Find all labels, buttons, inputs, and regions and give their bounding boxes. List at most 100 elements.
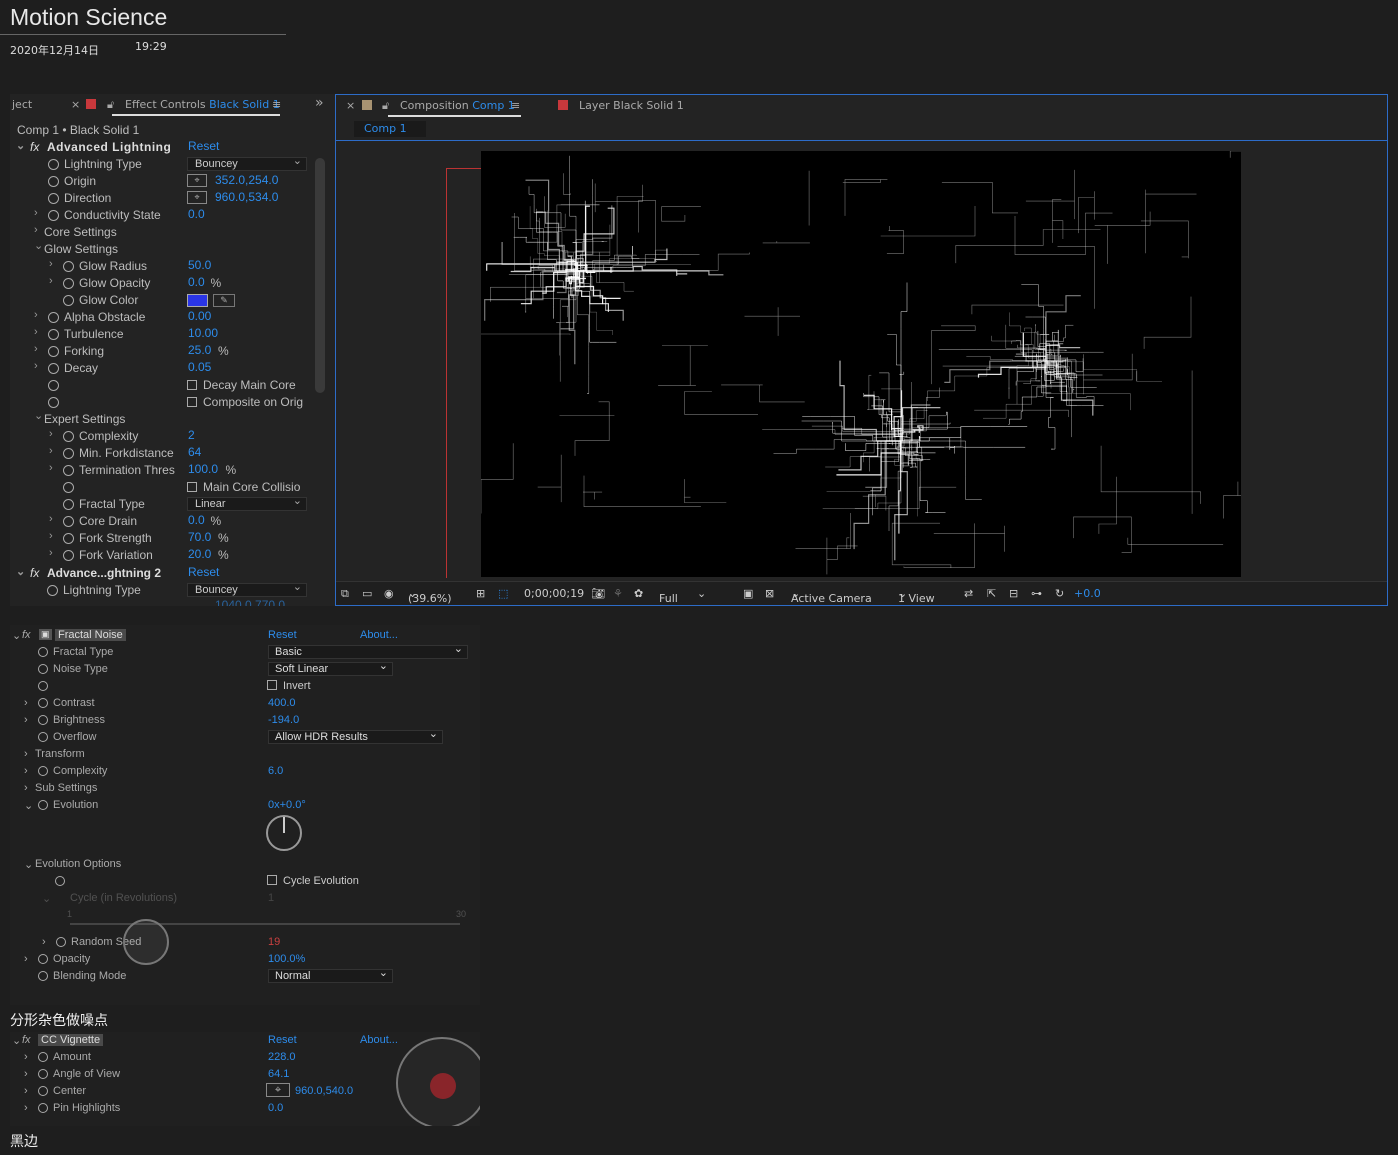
lock-icon[interactable]: 🔓︎ [107,98,114,112]
lightning-type-dropdown-2[interactable]: Bouncey [187,580,307,597]
stopwatch-icon[interactable] [38,664,48,674]
amount-value[interactable]: 228.0 [268,1051,296,1063]
zoom-select[interactable]: (39.6%) ⌄ [408,587,452,605]
overflow-dropdown[interactable]: Allow HDR Results [268,727,443,744]
fork-strength-value[interactable]: 70.0 [188,530,211,544]
chevron-right-icon[interactable]: › [24,765,28,777]
tab-project[interactable]: ject [12,98,32,111]
chevron-right-icon[interactable]: › [24,1051,28,1063]
panel-menu-icon[interactable]: ≡ [511,99,520,112]
stopwatch-icon[interactable] [48,312,59,323]
stopwatch-icon[interactable] [63,261,74,272]
mask-icon[interactable]: ◉ [384,587,394,600]
panel-menu-icon[interactable]: ≡ [272,98,281,111]
stopwatch-icon[interactable] [38,715,48,725]
complexity-value[interactable]: 2 [188,428,195,442]
stopwatch-icon[interactable] [48,380,59,391]
chevron-down-icon[interactable]: ⌄ [12,1034,21,1047]
main-core-collisio-checkbox[interactable]: Main Core Collisio [187,480,300,494]
invert-checkbox[interactable]: Invert [267,680,311,692]
chevron-right-icon[interactable]: › [49,513,53,525]
evolution-value[interactable]: 0x+0.0° [268,799,306,811]
stopwatch-icon[interactable] [63,499,74,510]
timeline-icon[interactable]: ⊟ [1009,587,1018,600]
monitor-icon[interactable]: ▭ [362,587,372,600]
chevron-down-icon[interactable]: ⌄ [34,239,43,252]
complexity-value[interactable]: 6.0 [268,765,283,777]
stopwatch-icon[interactable] [63,533,74,544]
chevron-right-icon[interactable]: › [34,343,38,355]
region-icon[interactable]: ⊞ [476,587,485,600]
stopwatch-icon[interactable] [48,397,59,408]
chevron-right-icon[interactable]: › [34,309,38,321]
glow-opacity-value[interactable]: 0.0 [188,275,205,289]
reset-link[interactable]: Reset [268,1034,297,1046]
chevron-right-icon[interactable]: › [24,748,28,760]
angle-of-view-value[interactable]: 64.1 [268,1068,289,1080]
lightning-type-dropdown[interactable]: Bouncey [187,154,307,171]
chevron-down-icon[interactable]: ⌄ [12,629,21,642]
toggle-pixel-aspect-icon[interactable]: ⇄ [964,587,973,600]
core-drain-value[interactable]: 0.0 [188,513,205,527]
cycle-slider-track[interactable] [70,923,460,925]
chevron-down-icon[interactable]: ⌄ [34,409,43,422]
origin-value[interactable]: 352.0,254.0 [215,173,278,187]
stopwatch-icon[interactable] [63,295,74,306]
stopwatch-icon[interactable] [38,681,48,691]
transparency-grid-icon[interactable]: ⬚ [498,587,508,600]
camera-icon[interactable]: 📷︎ [591,587,605,600]
timecode[interactable]: 0;00;00;19 [524,587,584,600]
channel-icon[interactable]: ✿ [634,587,643,600]
chevron-right-icon[interactable]: › [34,326,38,338]
camera-select[interactable]: Active Camera ⌄ [791,587,872,605]
stopwatch-icon[interactable] [48,329,59,340]
fast-preview-icon[interactable]: ▣ [743,587,753,600]
tab-layer[interactable]: Layer Black Solid 1 [579,99,684,112]
close-icon[interactable]: × [71,98,80,111]
brightness-value[interactable]: -194.0 [268,714,299,726]
stopwatch-icon[interactable] [56,937,66,947]
glow-radius-value[interactable]: 50.0 [188,258,211,272]
stopwatch-icon[interactable] [48,346,59,357]
snapshot-icon[interactable]: ⧉ [341,587,349,601]
chevron-right-icon[interactable]: › [34,360,38,372]
reset-link[interactable]: Reset [268,629,297,641]
eyedropper-icon[interactable]: ✎ [213,294,235,307]
about-link[interactable]: About... [360,1034,398,1046]
show-snapshot-icon[interactable]: ⚘ [613,587,623,600]
comp-viewer[interactable] [481,151,1241,577]
random-seed-value[interactable]: 19 [268,936,280,948]
termination-thres-value[interactable]: 100.0 [188,462,218,476]
opacity-value[interactable]: 100.0% [268,953,305,965]
chevron-right-icon[interactable]: › [49,258,53,270]
stopwatch-icon[interactable] [48,176,59,187]
comp-subtab[interactable]: Comp 1 [354,121,426,137]
crosshair-icon[interactable]: ⌖ [266,1083,290,1097]
evolution-options-row[interactable]: ⌄ Evolution Options [10,856,480,873]
view-layout-select[interactable]: 1 View ⌄ [898,587,935,605]
blending-mode-dropdown[interactable]: Normal [268,966,393,983]
conductivity-state-value[interactable]: 0.0 [188,207,205,221]
flowchart-icon[interactable]: ⊶ [1031,587,1042,600]
stopwatch-icon[interactable] [63,516,74,527]
stopwatch-icon[interactable] [55,876,65,886]
cycle-evolution-checkbox[interactable]: Cycle Evolution [267,875,359,887]
evolution-dial[interactable] [266,815,302,851]
chevron-down-icon[interactable]: ⌄ [16,565,25,578]
chevron-right-icon[interactable]: › [49,462,53,474]
decay-main-core-checkbox[interactable]: Decay Main Core [187,378,296,392]
stopwatch-icon[interactable] [38,1052,48,1062]
scrollbar[interactable] [315,158,325,393]
stopwatch-icon[interactable] [47,585,58,596]
exposure-value[interactable]: +0.0 [1074,587,1101,600]
expand-panels-icon[interactable]: » [315,95,324,111]
chevron-down-icon[interactable]: ⌄ [16,139,25,152]
chevron-right-icon[interactable]: › [34,224,38,236]
param-value[interactable]: 1040.0,770.0 [215,598,285,606]
min-forkdistance-value[interactable]: 64 [188,445,201,459]
stopwatch-icon[interactable] [38,698,48,708]
direction-value[interactable]: 960.0,534.0 [215,190,278,204]
lock-icon[interactable]: 🔓︎ [382,99,389,113]
chevron-right-icon[interactable]: › [49,445,53,457]
stopwatch-icon[interactable] [63,550,74,561]
